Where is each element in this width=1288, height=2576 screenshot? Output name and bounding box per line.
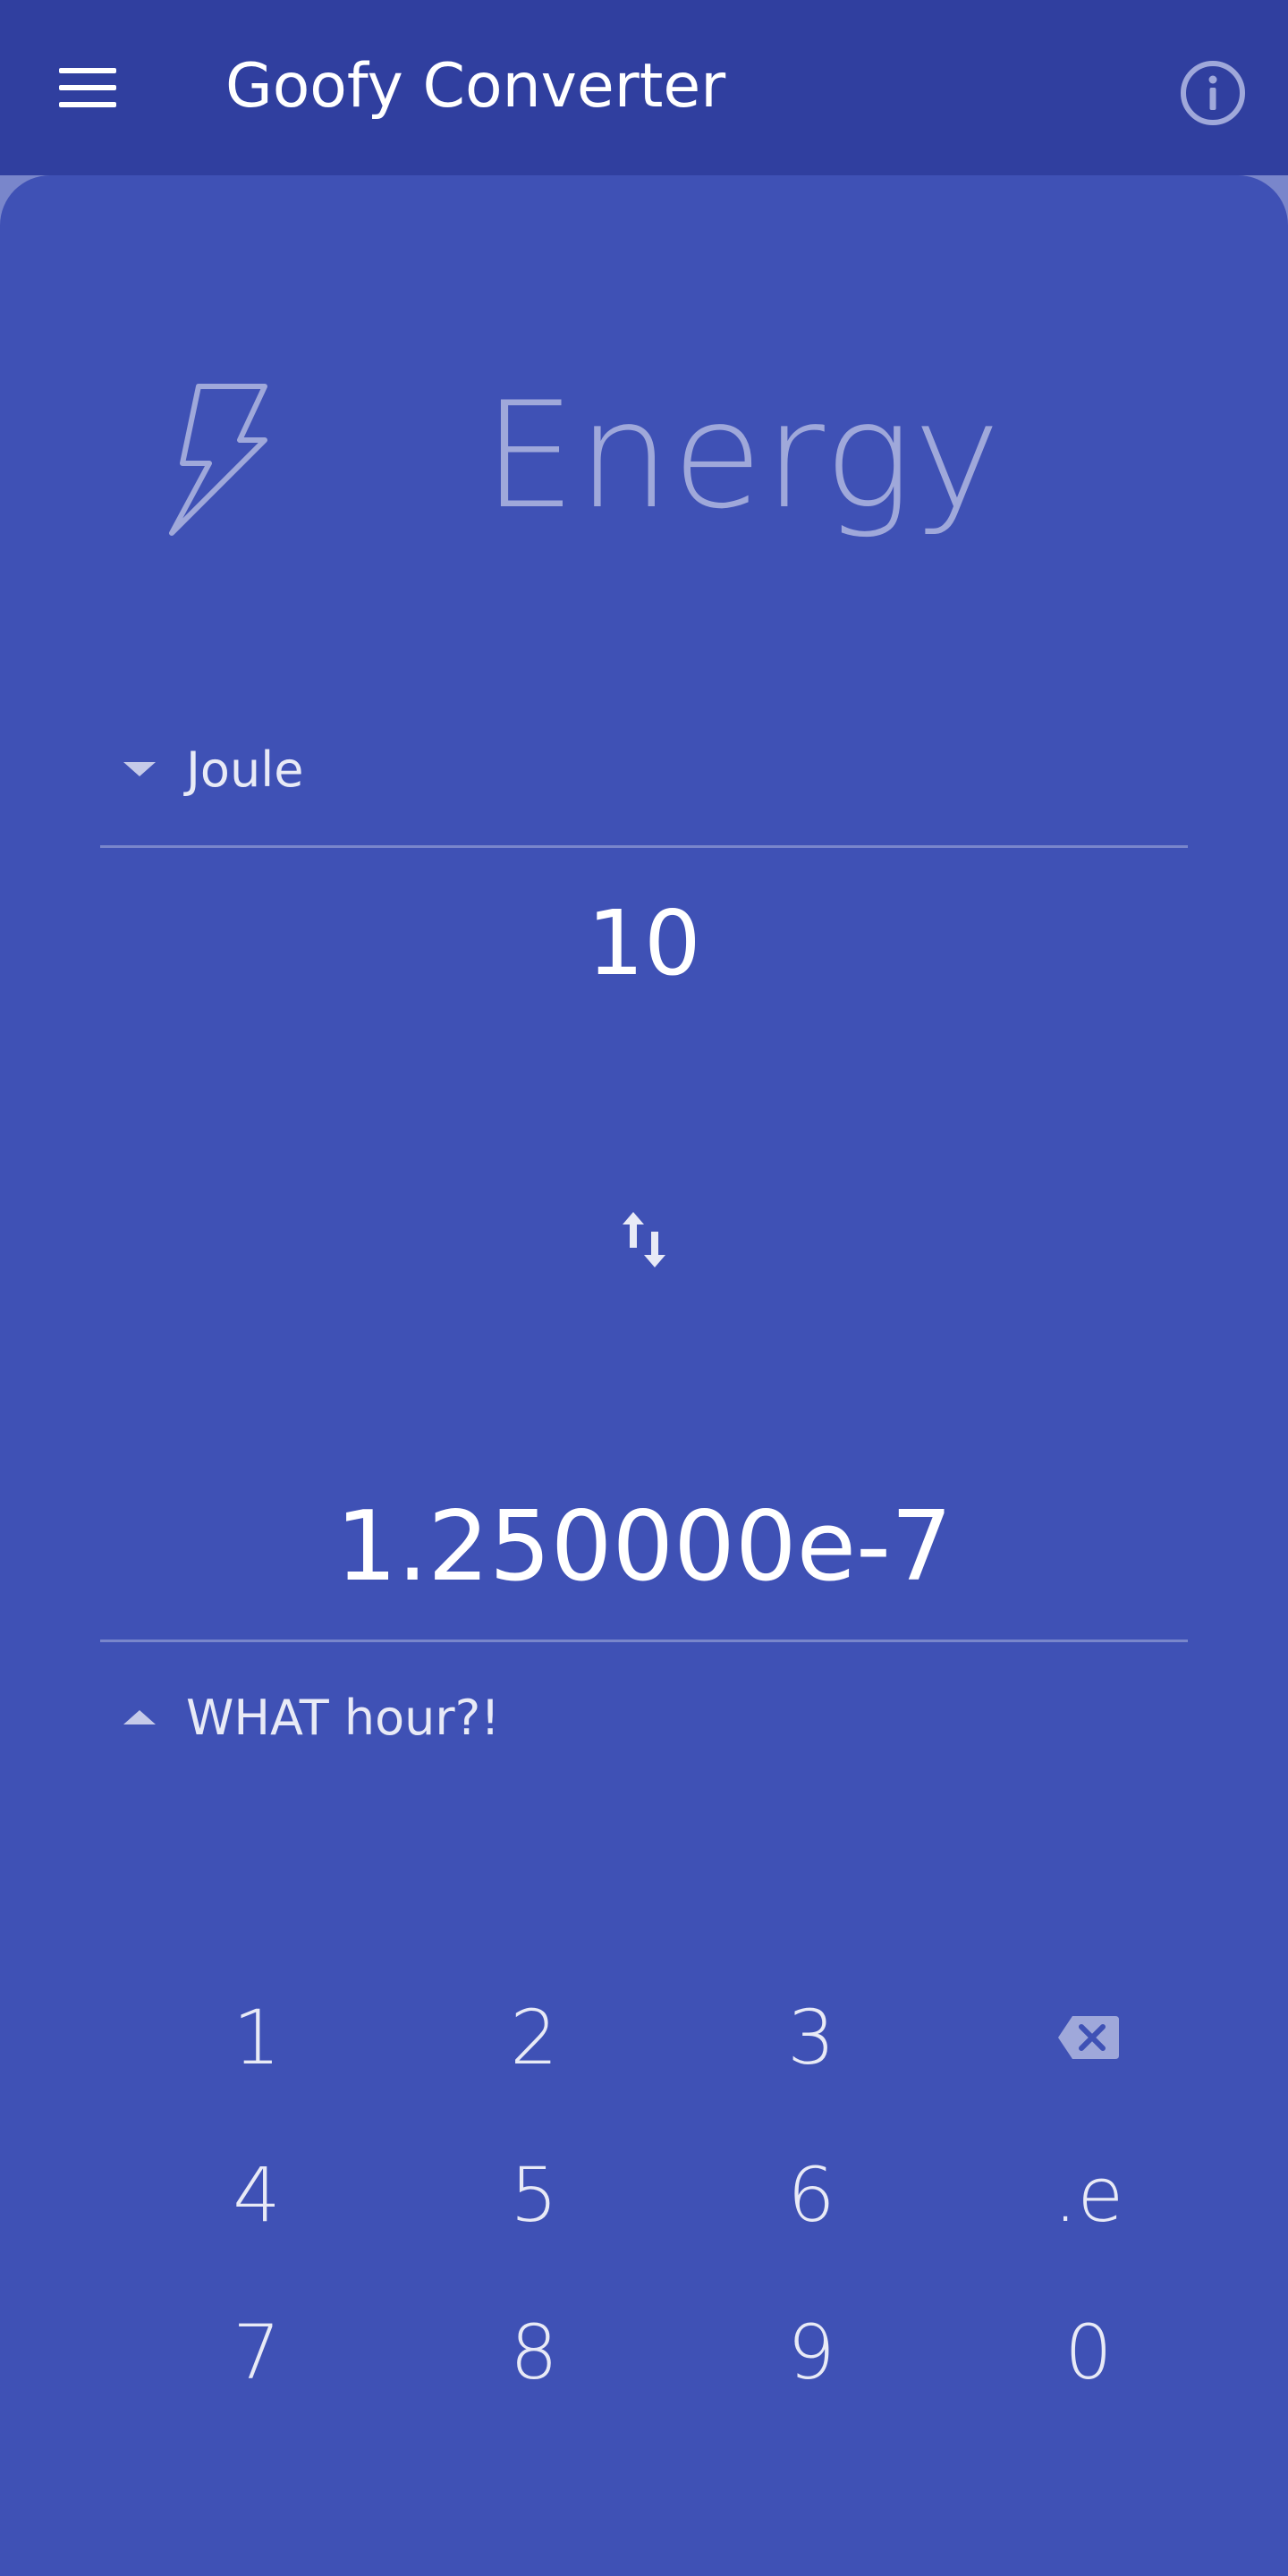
menu-button[interactable]: [43, 52, 132, 123]
to-unit-dropdown[interactable]: WHAT hour?!: [100, 1673, 1188, 1762]
to-unit-label: WHAT hour?!: [186, 1689, 500, 1746]
backspace-button[interactable]: [950, 1959, 1227, 2116]
key-5[interactable]: 5: [395, 2116, 673, 2274]
key-decimal-exponent[interactable]: .e: [950, 2116, 1227, 2274]
lightning-bolt-icon: [169, 384, 267, 536]
keypad: 1 2 3 4 5 6 .e 7 8 9 0: [118, 1959, 1227, 2442]
key-8[interactable]: 8: [395, 2274, 673, 2431]
menu-icon: [59, 68, 116, 107]
app-title: Goofy Converter: [225, 51, 726, 122]
from-unit-dropdown[interactable]: Joule: [100, 724, 1188, 814]
key-6[interactable]: 6: [673, 2116, 950, 2274]
key-1[interactable]: 1: [118, 1959, 395, 2116]
app-bar: Goofy Converter: [0, 0, 1288, 175]
backspace-icon: [1058, 2016, 1119, 2059]
key-0[interactable]: 0: [950, 2274, 1227, 2431]
key-7[interactable]: 7: [118, 2274, 395, 2431]
info-icon: [1181, 61, 1245, 125]
dropdown-arrow-icon: [123, 762, 156, 776]
category-title: Energy: [483, 370, 1003, 541]
to-value-output: 1.250000e-7: [335, 1491, 953, 1603]
key-2[interactable]: 2: [395, 1959, 673, 2116]
to-divider: [100, 1640, 1188, 1642]
info-button[interactable]: [1168, 48, 1258, 138]
key-4[interactable]: 4: [118, 2116, 395, 2274]
key-9[interactable]: 9: [673, 2274, 950, 2431]
dropdown-arrow-up-icon: [123, 1710, 156, 1724]
from-value-input[interactable]: 10: [100, 886, 1188, 1002]
swap-vertical-icon: [623, 1212, 665, 1267]
key-3[interactable]: 3: [673, 1959, 950, 2116]
from-unit-label: Joule: [186, 741, 304, 798]
swap-button[interactable]: [599, 1195, 689, 1284]
from-divider: [100, 845, 1188, 848]
